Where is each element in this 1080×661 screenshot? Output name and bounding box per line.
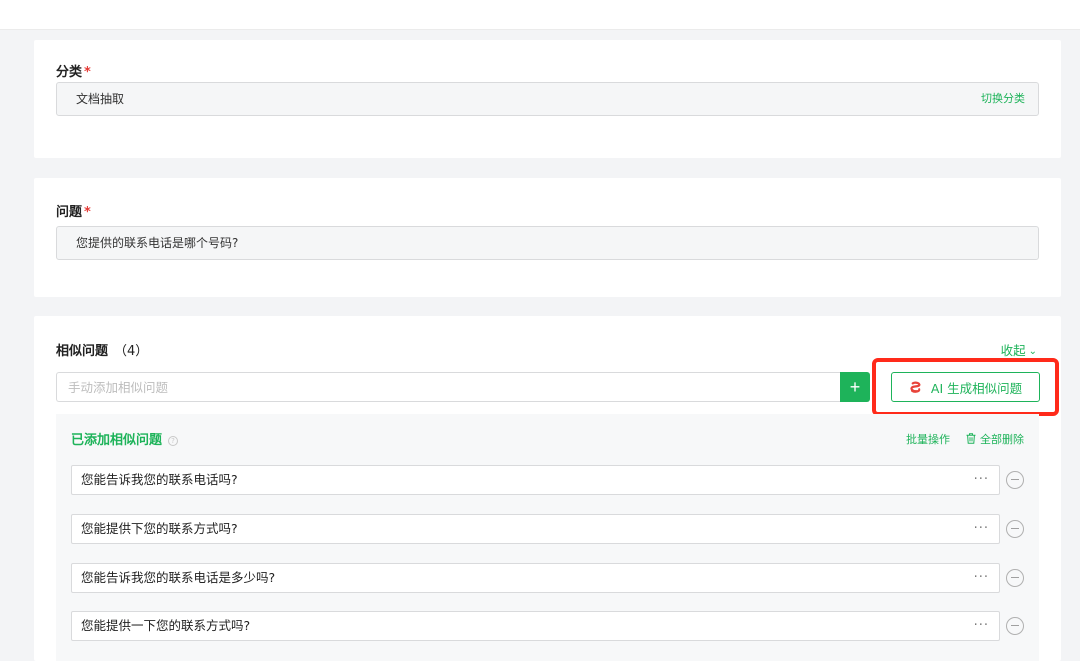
- panel-actions: 批量操作 全部删除: [906, 431, 1024, 447]
- trash-icon: [966, 433, 976, 444]
- remove-question-button[interactable]: [1006, 569, 1024, 587]
- ai-generate-label: AI 生成相似问题: [930, 380, 1023, 396]
- batch-operation-link[interactable]: 批量操作: [906, 431, 950, 447]
- similar-question-row[interactable]: 您能提供下您的联系方式吗? ···: [71, 514, 1000, 544]
- more-options-icon[interactable]: ···: [974, 612, 989, 640]
- add-similar-question-input[interactable]: [56, 372, 840, 402]
- switch-category-link[interactable]: 切换分类: [981, 83, 1025, 115]
- question-field: 您提供的联系电话是哪个号码?: [56, 226, 1039, 260]
- remove-question-button[interactable]: [1006, 617, 1024, 635]
- more-options-icon[interactable]: ···: [974, 564, 989, 592]
- category-card: 分类 * 文档抽取 切换分类: [34, 40, 1061, 158]
- top-bar: [0, 0, 1080, 30]
- required-mark: *: [84, 205, 91, 220]
- question-label: 问题 *: [56, 205, 91, 220]
- question-value: 您提供的联系电话是哪个号码?: [76, 236, 239, 250]
- similar-question-row[interactable]: 您能告诉我您的联系电话是多少吗? ···: [71, 563, 1000, 593]
- similar-question-text: 您能提供一下您的联系方式吗?: [81, 618, 251, 633]
- similar-question-text: 您能告诉我您的联系电话吗?: [81, 472, 238, 487]
- delete-all-link[interactable]: 全部删除: [966, 431, 1024, 447]
- similar-question-text: 您能告诉我您的联系电话是多少吗?: [81, 570, 276, 585]
- similar-question-text: 您能提供下您的联系方式吗?: [81, 521, 238, 536]
- added-similar-panel: 已添加相似问题? 批量操作 全部删除 您能告诉我您的联系电话吗? ··· 您能提…: [56, 414, 1039, 661]
- chevron-down-icon: ⌄: [1028, 346, 1037, 357]
- similar-questions-title: 相似问题 （4）: [56, 344, 149, 359]
- similar-question-row[interactable]: 您能提供一下您的联系方式吗? ···: [71, 611, 1000, 641]
- category-value: 文档抽取: [76, 92, 125, 106]
- required-mark: *: [84, 65, 91, 80]
- added-similar-title: 已添加相似问题?: [71, 429, 179, 448]
- more-options-icon[interactable]: ···: [974, 515, 989, 543]
- question-card: 问题 * 您提供的联系电话是哪个号码?: [34, 178, 1061, 297]
- similar-question-row[interactable]: 您能告诉我您的联系电话吗? ···: [71, 465, 1000, 495]
- add-similar-question-button[interactable]: +: [840, 372, 870, 402]
- ai-logo-icon: [910, 381, 921, 393]
- category-field: 文档抽取 切换分类: [56, 82, 1039, 116]
- remove-question-button[interactable]: [1006, 520, 1024, 538]
- ai-generate-similar-button[interactable]: AI 生成相似问题: [891, 372, 1040, 402]
- similar-questions-card: 相似问题（4） 收起⌄ + AI 生成相似问题 已添加相似问题? 批量操作 全部…: [34, 316, 1061, 661]
- collapse-link[interactable]: 收起 ⌄: [1001, 340, 1037, 359]
- similar-questions-count: （4）: [114, 344, 149, 359]
- remove-question-button[interactable]: [1006, 471, 1024, 489]
- more-options-icon[interactable]: ···: [974, 466, 989, 494]
- category-label: 分类 *: [56, 65, 91, 80]
- help-circle-icon[interactable]: ?: [168, 436, 179, 446]
